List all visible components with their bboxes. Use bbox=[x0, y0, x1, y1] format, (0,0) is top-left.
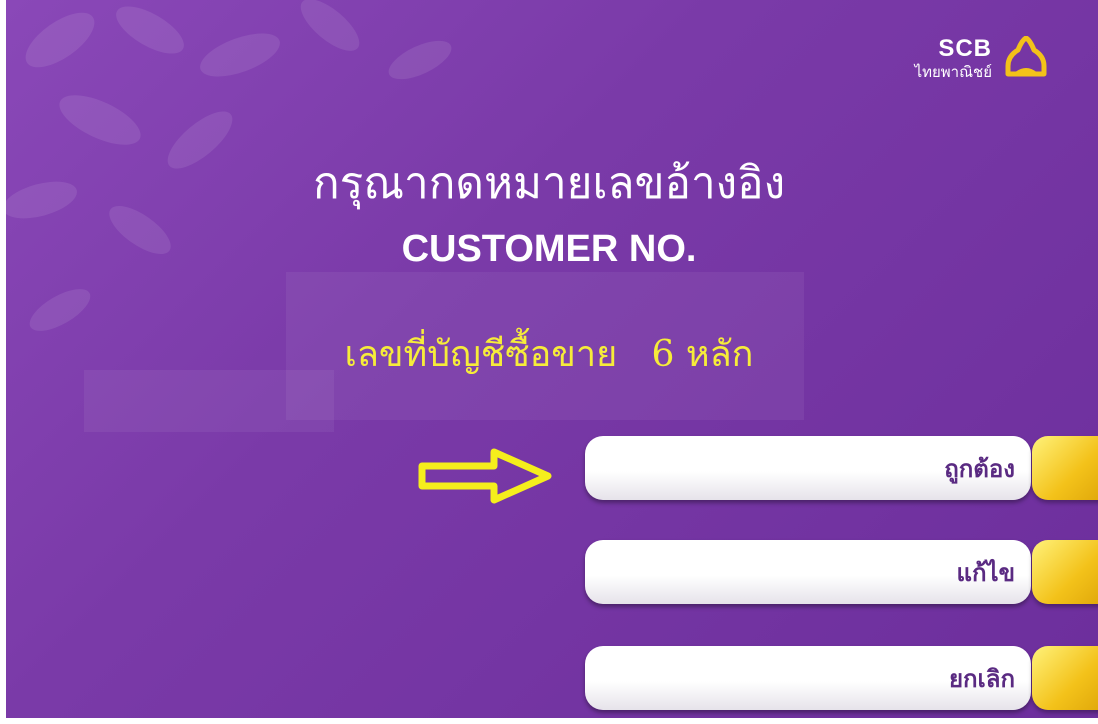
confirm-button-label: ถูกต้อง bbox=[944, 454, 1015, 483]
confirm-side-key[interactable] bbox=[1032, 436, 1098, 500]
atm-screen: SCB ไทยพาณิชย์ กรุณากดหมายเลขอ้างอิง CUS… bbox=[0, 0, 1098, 724]
page-title-thai: กรุณากดหมายเลขอ้างอิง bbox=[312, 158, 786, 209]
cancel-button[interactable]: ยกเลิก bbox=[585, 646, 1031, 710]
page-title-english: CUSTOMER NO. bbox=[401, 228, 697, 270]
arrow-right-icon bbox=[418, 448, 552, 504]
edit-button-label: แก้ไข bbox=[956, 558, 1015, 587]
account-digits-hint: เลขที่บัญชีซื้อขาย 6 หลัก bbox=[344, 334, 754, 375]
confirm-button[interactable]: ถูกต้อง bbox=[585, 436, 1031, 500]
logo-brand-en: SCB bbox=[938, 34, 992, 62]
edit-button[interactable]: แก้ไข bbox=[585, 540, 1031, 604]
cancel-button-label: ยกเลิก bbox=[948, 664, 1015, 693]
scb-logo: SCB ไทยพาณิชย์ bbox=[915, 36, 1050, 80]
cancel-side-key[interactable] bbox=[1032, 646, 1098, 710]
logo-brand-th: ไทยพาณิชย์ bbox=[914, 62, 992, 81]
scb-bell-icon bbox=[1005, 36, 1047, 77]
edit-side-key[interactable] bbox=[1032, 540, 1098, 604]
